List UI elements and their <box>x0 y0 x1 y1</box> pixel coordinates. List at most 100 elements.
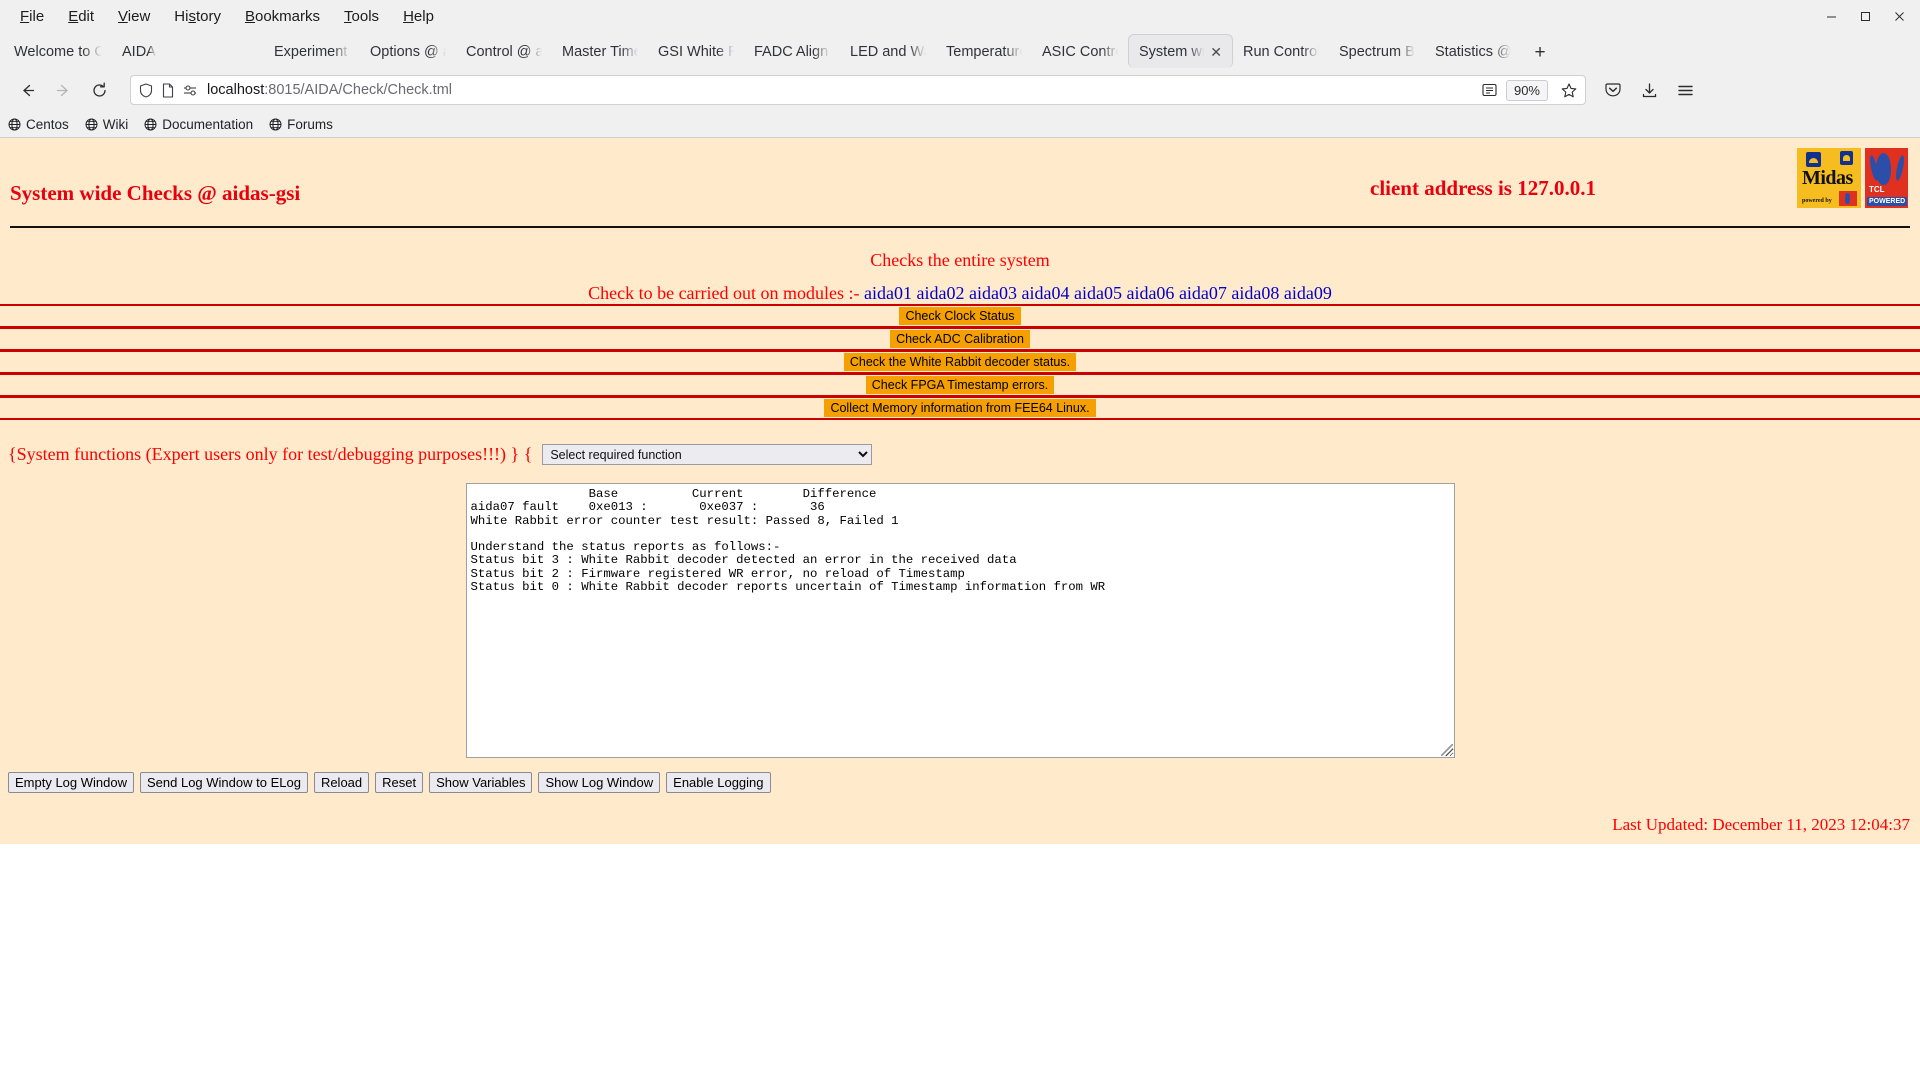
modules-line: Check to be carried out on modules :- ai… <box>0 283 1920 304</box>
browser-tab[interactable]: AIDA <box>112 35 180 68</box>
browser-tab[interactable]: Statistics @ aida <box>1425 35 1521 68</box>
module-link[interactable]: aida03 <box>969 283 1017 303</box>
action-button-bar: Empty Log Window Send Log Window to ELog R… <box>0 772 1920 793</box>
tab-label: Statistics @ aida <box>1435 43 1511 60</box>
tab-label: AIDA <box>122 43 156 60</box>
check-button-row: Collect Memory information from FEE64 Li… <box>0 396 1920 420</box>
system-functions-label: {System functions (Expert users only for… <box>8 444 533 464</box>
reader-view-icon[interactable] <box>1482 83 1497 97</box>
tcl-powered-logo: TCL POWERED <box>1865 148 1908 208</box>
bookmark-item[interactable]: Documentation <box>144 117 253 132</box>
browser-tab[interactable]: FADC Align & Co <box>744 35 840 68</box>
hamburger-menu-icon[interactable] <box>1668 73 1702 107</box>
page-viewport: System wide Checks @ aidas-gsi client ad… <box>0 138 1920 845</box>
menu-history[interactable]: History <box>162 5 233 28</box>
pocket-icon[interactable] <box>1596 73 1630 107</box>
browser-tab[interactable]: Welcome to Cen <box>4 35 112 68</box>
bookmarks-bar: Centos Wiki Documentation Forums <box>0 112 1920 138</box>
tab-label: System wide C <box>1139 43 1205 60</box>
module-link[interactable]: aida05 <box>1074 283 1122 303</box>
module-link[interactable]: aida08 <box>1231 283 1279 303</box>
toolbar-right-icons <box>1596 73 1702 107</box>
module-link[interactable]: aida01 <box>864 283 912 303</box>
tab-label: ASIC Control @ <box>1042 43 1118 60</box>
action-button[interactable]: Empty Log Window <box>8 772 134 793</box>
close-icon[interactable] <box>1882 2 1916 30</box>
check-button-row: Check Clock Status <box>0 304 1920 327</box>
browser-tab[interactable]: Run Control @ a <box>1233 35 1329 68</box>
bookmark-item[interactable]: Forums <box>269 117 333 132</box>
check-action-button[interactable]: Check Clock Status <box>899 307 1021 325</box>
module-link[interactable]: aida04 <box>1021 283 1069 303</box>
back-icon[interactable] <box>10 73 44 107</box>
tab-label: GSI White Rabbi <box>658 43 734 60</box>
logo-group: Midas powered by TCL POWERED <box>1797 148 1908 208</box>
midas-logo-subtext: powered by <box>1802 198 1832 204</box>
tab-label: Experiment Con <box>274 43 350 60</box>
midas-logo-badge-right <box>1840 151 1853 165</box>
permissions-icon[interactable] <box>183 84 198 97</box>
browser-tab[interactable]: ASIC Control @ <box>1032 35 1128 68</box>
tab-strip: Welcome to Cen AIDA Experiment Con Options … <box>0 32 1920 68</box>
globe-icon <box>8 118 21 131</box>
modules-prefix: Check to be carried out on modules :- <box>588 283 860 303</box>
action-button[interactable]: Show Log Window <box>538 772 661 793</box>
action-button[interactable]: Reload <box>313 772 370 793</box>
bookmark-label: Wiki <box>102 117 129 132</box>
module-link[interactable]: aida07 <box>1179 283 1227 303</box>
bookmark-item[interactable]: Centos <box>8 117 69 132</box>
reload-icon[interactable] <box>82 73 116 107</box>
browser-tab[interactable]: Options @ aidas <box>360 35 456 68</box>
maximize-icon[interactable] <box>1848 2 1882 30</box>
shield-icon <box>139 82 153 98</box>
system-function-select[interactable]: Select required function <box>542 444 873 465</box>
system-functions-row: {System functions (Expert users only for… <box>0 444 1920 465</box>
tab-label: Run Control @ a <box>1243 43 1319 60</box>
downloads-icon[interactable] <box>1632 73 1666 107</box>
bookmark-label: Centos <box>26 117 69 132</box>
new-tab-button[interactable]: + <box>1525 38 1555 68</box>
log-window[interactable]: Base Current Difference aida07 fault 0xe… <box>465 483 1455 758</box>
zoom-level-indicator[interactable]: 90% <box>1505 79 1548 101</box>
module-link[interactable]: aida02 <box>917 283 965 303</box>
check-action-button[interactable]: Check the White Rabbit decoder status. <box>843 353 1077 371</box>
check-button-row: Check the White Rabbit decoder status. <box>0 350 1920 373</box>
browser-tab[interactable]: Temperature and <box>936 35 1032 68</box>
page-title: System wide Checks @ aidas-gsi <box>10 180 301 205</box>
module-link[interactable]: aida09 <box>1284 283 1332 303</box>
check-button-list: Check Clock Status Check ADC Calibration C… <box>0 304 1920 420</box>
address-bar[interactable]: localhost:8015/AIDA/Check/Check.tml 90% <box>130 75 1586 105</box>
menu-help[interactable]: Help <box>391 5 446 28</box>
action-button[interactable]: Show Variables <box>429 772 533 793</box>
browser-tab[interactable]: GSI White Rabbi <box>648 35 744 68</box>
module-link[interactable]: aida06 <box>1126 283 1174 303</box>
tab-label: LED and Wavefo <box>850 43 926 60</box>
midas-logo-tcl-mini <box>1839 191 1857 206</box>
check-action-button[interactable]: Collect Memory information from FEE64 Li… <box>824 399 1096 417</box>
check-action-button[interactable]: Check ADC Calibration <box>890 330 1030 348</box>
menu-file[interactable]: File <box>8 5 56 28</box>
bookmark-item[interactable]: Wiki <box>85 117 129 132</box>
browser-tab[interactable]: Spectrum Brows <box>1329 35 1425 68</box>
browser-tab[interactable]: Control @ aidas <box>456 35 552 68</box>
forward-icon[interactable] <box>46 73 80 107</box>
check-action-button[interactable]: Check FPGA Timestamp errors. <box>865 376 1055 394</box>
tab-close-icon[interactable]: ✕ <box>1210 45 1222 59</box>
action-button[interactable]: Enable Logging <box>666 772 771 793</box>
action-button[interactable]: Reset <box>375 772 424 793</box>
last-updated: Last Updated: December 11, 2023 12:04:37 <box>1612 815 1910 834</box>
browser-tab[interactable]: System wide C ✕ <box>1128 34 1233 68</box>
tab-label: Options @ aidas <box>370 43 446 60</box>
bookmark-star-icon[interactable] <box>1561 82 1577 98</box>
menu-view[interactable]: View <box>106 5 162 28</box>
menu-edit[interactable]: Edit <box>56 5 106 28</box>
action-button[interactable]: Send Log Window to ELog <box>140 772 308 793</box>
tcl-feather-center <box>1876 153 1891 185</box>
browser-tab[interactable]: Experiment Con <box>264 35 360 68</box>
midas-logo-badge-left <box>1806 152 1821 167</box>
browser-tab[interactable]: LED and Wavefo <box>840 35 936 68</box>
menu-tools[interactable]: Tools <box>332 5 391 28</box>
minimize-icon[interactable] <box>1814 2 1848 30</box>
browser-tab[interactable]: Master Timestam <box>552 35 648 68</box>
menu-bookmarks[interactable]: Bookmarks <box>233 5 332 28</box>
